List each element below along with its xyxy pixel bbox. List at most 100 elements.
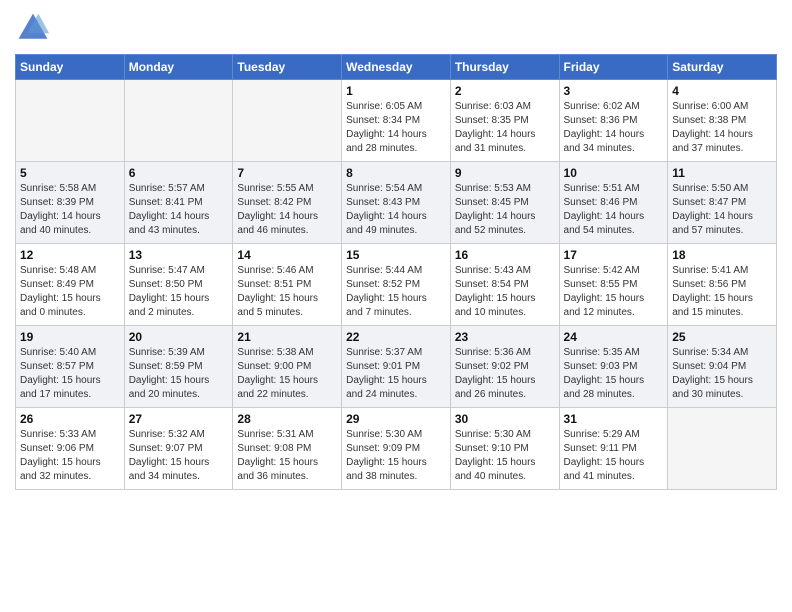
calendar-cell: 26 Sunrise: 5:33 AM Sunset: 9:06 PM Dayli… bbox=[16, 408, 125, 490]
day-number: 10 bbox=[564, 166, 664, 180]
logo-icon bbox=[15, 10, 51, 46]
logo bbox=[15, 10, 55, 46]
day-number: 18 bbox=[672, 248, 772, 262]
calendar-cell bbox=[16, 80, 125, 162]
calendar-cell bbox=[233, 80, 342, 162]
day-number: 27 bbox=[129, 412, 229, 426]
day-info: Sunrise: 5:51 AM Sunset: 8:46 PM Dayligh… bbox=[564, 182, 664, 238]
day-info: Sunrise: 6:00 AM Sunset: 8:38 PM Dayligh… bbox=[672, 100, 772, 156]
day-number: 1 bbox=[346, 84, 446, 98]
calendar-cell: 2 Sunrise: 6:03 AM Sunset: 8:35 PM Daylig… bbox=[450, 80, 559, 162]
calendar-cell: 17 Sunrise: 5:42 AM Sunset: 8:55 PM Dayli… bbox=[559, 244, 668, 326]
calendar-week-1: 1 Sunrise: 6:05 AM Sunset: 8:34 PM Daylig… bbox=[16, 80, 777, 162]
calendar-cell: 24 Sunrise: 5:35 AM Sunset: 9:03 PM Dayli… bbox=[559, 326, 668, 408]
day-info: Sunrise: 5:39 AM Sunset: 8:59 PM Dayligh… bbox=[129, 346, 229, 402]
calendar-week-2: 5 Sunrise: 5:58 AM Sunset: 8:39 PM Daylig… bbox=[16, 162, 777, 244]
day-info: Sunrise: 5:33 AM Sunset: 9:06 PM Dayligh… bbox=[20, 428, 120, 484]
day-info: Sunrise: 6:03 AM Sunset: 8:35 PM Dayligh… bbox=[455, 100, 555, 156]
calendar-cell bbox=[668, 408, 777, 490]
day-number: 23 bbox=[455, 330, 555, 344]
calendar-cell: 15 Sunrise: 5:44 AM Sunset: 8:52 PM Dayli… bbox=[342, 244, 451, 326]
day-number: 5 bbox=[20, 166, 120, 180]
calendar-cell: 25 Sunrise: 5:34 AM Sunset: 9:04 PM Dayli… bbox=[668, 326, 777, 408]
weekday-header-thursday: Thursday bbox=[450, 55, 559, 80]
calendar-cell: 7Sunrise: 5:55 AM Sunset: 8:42 PM Daylig… bbox=[233, 162, 342, 244]
day-number: 11 bbox=[672, 166, 772, 180]
header-row: SundayMondayTuesdayWednesdayThursdayFrid… bbox=[16, 55, 777, 80]
calendar-table: SundayMondayTuesdayWednesdayThursdayFrid… bbox=[15, 54, 777, 490]
day-info: Sunrise: 5:37 AM Sunset: 9:01 PM Dayligh… bbox=[346, 346, 446, 402]
day-info: Sunrise: 5:29 AM Sunset: 9:11 PM Dayligh… bbox=[564, 428, 664, 484]
calendar-cell: 27 Sunrise: 5:32 AM Sunset: 9:07 PM Dayli… bbox=[124, 408, 233, 490]
day-number: 3 bbox=[564, 84, 664, 98]
day-number: 8 bbox=[346, 166, 446, 180]
calendar-cell bbox=[124, 80, 233, 162]
day-info: Sunrise: 5:43 AM Sunset: 8:54 PM Dayligh… bbox=[455, 264, 555, 320]
day-number: 19 bbox=[20, 330, 120, 344]
calendar-cell: 9Sunrise: 5:53 AM Sunset: 8:45 PM Daylig… bbox=[450, 162, 559, 244]
calendar-cell: 23 Sunrise: 5:36 AM Sunset: 9:02 PM Dayli… bbox=[450, 326, 559, 408]
day-info: Sunrise: 5:54 AM Sunset: 8:43 PM Dayligh… bbox=[346, 182, 446, 238]
calendar-cell: 13Sunrise: 5:47 AM Sunset: 8:50 PM Dayli… bbox=[124, 244, 233, 326]
day-info: Sunrise: 5:31 AM Sunset: 9:08 PM Dayligh… bbox=[237, 428, 337, 484]
day-number: 21 bbox=[237, 330, 337, 344]
day-info: Sunrise: 5:32 AM Sunset: 9:07 PM Dayligh… bbox=[129, 428, 229, 484]
day-info: Sunrise: 5:34 AM Sunset: 9:04 PM Dayligh… bbox=[672, 346, 772, 402]
page: SundayMondayTuesdayWednesdayThursdayFrid… bbox=[0, 0, 792, 612]
calendar-cell: 14 Sunrise: 5:46 AM Sunset: 8:51 PM Dayli… bbox=[233, 244, 342, 326]
header bbox=[15, 10, 777, 46]
day-number: 17 bbox=[564, 248, 664, 262]
calendar-cell: 11 Sunrise: 5:50 AM Sunset: 8:47 PM Dayli… bbox=[668, 162, 777, 244]
day-info: Sunrise: 5:35 AM Sunset: 9:03 PM Dayligh… bbox=[564, 346, 664, 402]
day-info: Sunrise: 5:47 AM Sunset: 8:50 PM Dayligh… bbox=[129, 264, 229, 320]
day-info: Sunrise: 5:40 AM Sunset: 8:57 PM Dayligh… bbox=[20, 346, 120, 402]
calendar-cell: 30 Sunrise: 5:30 AM Sunset: 9:10 PM Dayli… bbox=[450, 408, 559, 490]
calendar-cell: 21 Sunrise: 5:38 AM Sunset: 9:00 PM Dayli… bbox=[233, 326, 342, 408]
day-number: 9 bbox=[455, 166, 555, 180]
weekday-header-sunday: Sunday bbox=[16, 55, 125, 80]
day-info: Sunrise: 5:44 AM Sunset: 8:52 PM Dayligh… bbox=[346, 264, 446, 320]
weekday-header-tuesday: Tuesday bbox=[233, 55, 342, 80]
day-number: 16 bbox=[455, 248, 555, 262]
day-number: 20 bbox=[129, 330, 229, 344]
calendar-cell: 5 Sunrise: 5:58 AM Sunset: 8:39 PM Daylig… bbox=[16, 162, 125, 244]
day-number: 26 bbox=[20, 412, 120, 426]
day-info: Sunrise: 5:38 AM Sunset: 9:00 PM Dayligh… bbox=[237, 346, 337, 402]
day-number: 29 bbox=[346, 412, 446, 426]
day-number: 25 bbox=[672, 330, 772, 344]
day-number: 15 bbox=[346, 248, 446, 262]
weekday-header-wednesday: Wednesday bbox=[342, 55, 451, 80]
day-info: Sunrise: 5:58 AM Sunset: 8:39 PM Dayligh… bbox=[20, 182, 120, 238]
day-number: 31 bbox=[564, 412, 664, 426]
day-number: 6 bbox=[129, 166, 229, 180]
calendar-week-5: 26 Sunrise: 5:33 AM Sunset: 9:06 PM Dayli… bbox=[16, 408, 777, 490]
day-info: Sunrise: 5:36 AM Sunset: 9:02 PM Dayligh… bbox=[455, 346, 555, 402]
day-info: Sunrise: 5:46 AM Sunset: 8:51 PM Dayligh… bbox=[237, 264, 337, 320]
day-info: Sunrise: 5:57 AM Sunset: 8:41 PM Dayligh… bbox=[129, 182, 229, 238]
calendar-cell: 8 Sunrise: 5:54 AM Sunset: 8:43 PM Daylig… bbox=[342, 162, 451, 244]
calendar-cell: 12Sunrise: 5:48 AM Sunset: 8:49 PM Dayli… bbox=[16, 244, 125, 326]
day-number: 24 bbox=[564, 330, 664, 344]
calendar-cell: 20 Sunrise: 5:39 AM Sunset: 8:59 PM Dayli… bbox=[124, 326, 233, 408]
day-info: Sunrise: 6:05 AM Sunset: 8:34 PM Dayligh… bbox=[346, 100, 446, 156]
day-info: Sunrise: 6:02 AM Sunset: 8:36 PM Dayligh… bbox=[564, 100, 664, 156]
calendar-cell: 1 Sunrise: 6:05 AM Sunset: 8:34 PM Daylig… bbox=[342, 80, 451, 162]
day-info: Sunrise: 5:48 AM Sunset: 8:49 PM Dayligh… bbox=[20, 264, 120, 320]
day-info: Sunrise: 5:30 AM Sunset: 9:10 PM Dayligh… bbox=[455, 428, 555, 484]
calendar-cell: 18Sunrise: 5:41 AM Sunset: 8:56 PM Dayli… bbox=[668, 244, 777, 326]
day-number: 28 bbox=[237, 412, 337, 426]
calendar-cell: 16 Sunrise: 5:43 AM Sunset: 8:54 PM Dayli… bbox=[450, 244, 559, 326]
weekday-header-saturday: Saturday bbox=[668, 55, 777, 80]
day-number: 30 bbox=[455, 412, 555, 426]
day-number: 14 bbox=[237, 248, 337, 262]
day-info: Sunrise: 5:42 AM Sunset: 8:55 PM Dayligh… bbox=[564, 264, 664, 320]
day-number: 2 bbox=[455, 84, 555, 98]
day-info: Sunrise: 5:50 AM Sunset: 8:47 PM Dayligh… bbox=[672, 182, 772, 238]
calendar-cell: 19 Sunrise: 5:40 AM Sunset: 8:57 PM Dayli… bbox=[16, 326, 125, 408]
weekday-header-monday: Monday bbox=[124, 55, 233, 80]
calendar-cell: 6 Sunrise: 5:57 AM Sunset: 8:41 PM Daylig… bbox=[124, 162, 233, 244]
calendar-cell: 10 Sunrise: 5:51 AM Sunset: 8:46 PM Dayli… bbox=[559, 162, 668, 244]
calendar-cell: 29Sunrise: 5:30 AM Sunset: 9:09 PM Dayli… bbox=[342, 408, 451, 490]
calendar-cell: 3 Sunrise: 6:02 AM Sunset: 8:36 PM Daylig… bbox=[559, 80, 668, 162]
day-number: 4 bbox=[672, 84, 772, 98]
